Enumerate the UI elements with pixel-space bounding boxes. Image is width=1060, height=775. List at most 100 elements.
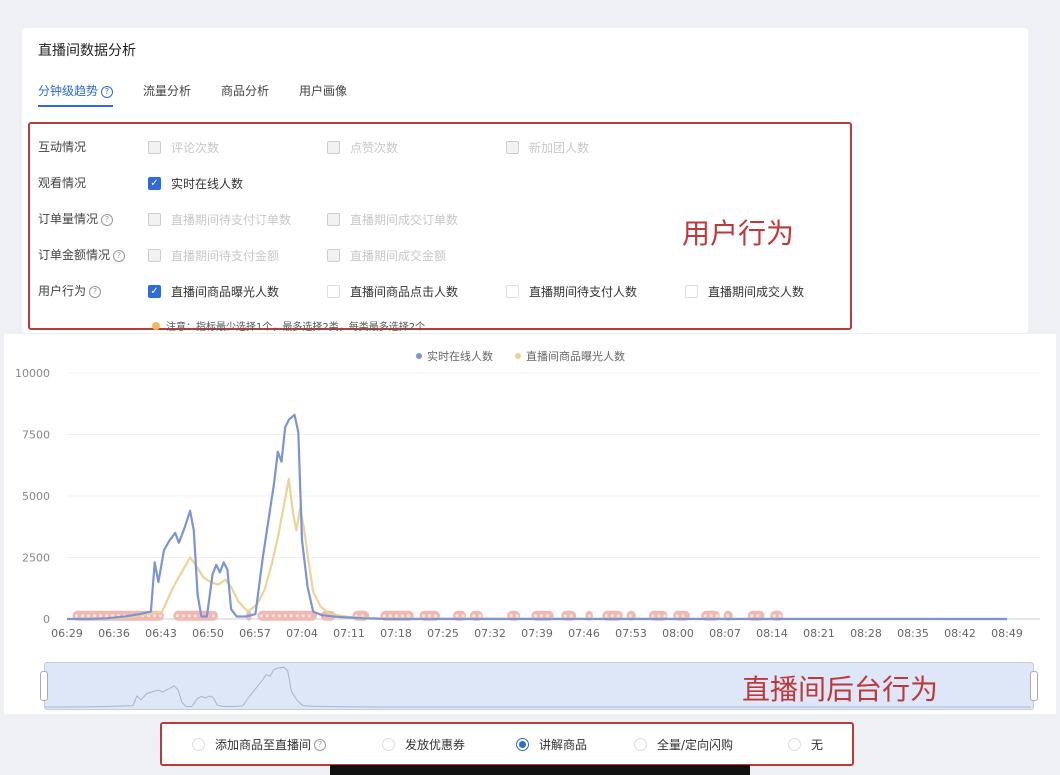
check-icon[interactable]: ✓ xyxy=(148,285,161,298)
event-dot xyxy=(756,614,760,618)
event-dot xyxy=(301,614,305,618)
x-tick-label: 08:07 xyxy=(709,627,741,640)
checkbox-box[interactable] xyxy=(506,285,519,298)
check-icon[interactable]: ✓ xyxy=(148,177,161,190)
event-dot xyxy=(98,614,103,618)
event-dot xyxy=(86,614,91,618)
checkbox-box[interactable] xyxy=(327,249,340,262)
x-tick-label: 07:25 xyxy=(427,627,459,640)
legend-dot-icon xyxy=(515,353,521,359)
checkbox-product-exposure[interactable]: ✓ 直播间商品曝光人数 xyxy=(148,283,279,300)
tab-bar: 分钟级趋势? 流量分析 商品分析 用户画像 xyxy=(38,82,347,107)
tab-product-analysis[interactable]: 商品分析 xyxy=(221,82,269,107)
checkbox-box[interactable] xyxy=(685,285,698,298)
help-icon[interactable]: ? xyxy=(113,249,126,262)
radio-circle[interactable] xyxy=(382,738,395,751)
event-dot xyxy=(307,614,311,618)
event-dot xyxy=(657,614,661,618)
help-icon[interactable]: ? xyxy=(314,738,327,751)
checkbox-box[interactable] xyxy=(327,285,340,298)
radio-add-product[interactable]: 添加商品至直播间? xyxy=(192,736,327,753)
event-dot xyxy=(651,614,655,618)
y-tick-label: 5000 xyxy=(22,490,50,503)
slider-handle-left[interactable] xyxy=(40,671,48,701)
checkbox-box[interactable] xyxy=(148,213,161,226)
radio-explain-product[interactable]: 讲解商品 xyxy=(516,736,587,753)
event-dot xyxy=(509,614,513,618)
checkbox-product-clicks[interactable]: 直播间商品点击人数 xyxy=(327,283,458,300)
x-tick-label: 08:00 xyxy=(662,627,694,640)
event-dot xyxy=(610,614,614,618)
event-dot xyxy=(461,614,465,618)
checkbox-box[interactable] xyxy=(148,249,161,262)
metric-row-interaction: 互动情况 xyxy=(38,136,148,156)
checkbox-box[interactable] xyxy=(327,141,340,154)
x-tick-label: 08:14 xyxy=(756,627,788,640)
x-tick-label: 07:04 xyxy=(286,627,318,640)
checkbox-new-fans[interactable]: 新加团人数 xyxy=(506,139,589,156)
checkbox-box[interactable] xyxy=(506,141,519,154)
event-dot xyxy=(152,614,157,618)
checkbox-buyers[interactable]: 直播期间成交人数 xyxy=(685,283,804,300)
event-dot xyxy=(778,614,782,618)
info-dot-icon xyxy=(152,321,160,330)
series-line-exposure xyxy=(66,477,1008,621)
radio-circle[interactable] xyxy=(788,738,801,751)
x-tick-label: 08:35 xyxy=(897,627,929,640)
row-label: 观看情况 xyxy=(38,175,87,190)
x-tick-label: 07:53 xyxy=(615,627,647,640)
row-label: 订单金额情况? xyxy=(38,246,148,263)
radio-flash-sale[interactable]: 全量/定向闪购 xyxy=(634,736,733,753)
tab-minute-trend[interactable]: 分钟级趋势? xyxy=(38,82,114,107)
checkbox-comments[interactable]: 评论次数 xyxy=(148,139,219,156)
event-dot xyxy=(663,614,667,618)
help-icon[interactable]: ? xyxy=(101,213,114,226)
tab-traffic-analysis[interactable]: 流量分析 xyxy=(143,82,191,107)
checkbox-online-viewers[interactable]: ✓ 实时在线人数 xyxy=(148,175,243,192)
tab-user-profile[interactable]: 用户画像 xyxy=(299,82,347,107)
checkbox-box[interactable] xyxy=(148,141,161,154)
x-tick-label: 08:49 xyxy=(991,627,1023,640)
metric-row-order-count: 订单量情况? xyxy=(38,208,148,228)
radio-issue-coupon[interactable]: 发放优惠券 xyxy=(382,736,465,753)
radio-selected-icon[interactable] xyxy=(516,738,529,751)
event-dot xyxy=(394,614,398,618)
event-dot xyxy=(289,614,293,618)
y-tick-label: 2500 xyxy=(22,552,50,565)
x-tick-label: 07:46 xyxy=(568,627,600,640)
radio-circle[interactable] xyxy=(634,738,647,751)
x-tick-label: 08:21 xyxy=(803,627,835,640)
help-icon[interactable]: ? xyxy=(89,285,102,298)
checkbox-pending-amount[interactable]: 直播期间待支付金额 xyxy=(148,247,279,264)
x-tick-label: 08:42 xyxy=(944,627,976,640)
row-label: 用户行为? xyxy=(38,282,148,299)
event-dot xyxy=(569,614,573,618)
radio-circle[interactable] xyxy=(192,738,205,751)
cropped-caption-bar xyxy=(330,765,750,775)
checkbox-completed-orders[interactable]: 直播期间成交订单数 xyxy=(327,211,458,228)
event-dot xyxy=(715,614,719,618)
slider-handle-right[interactable] xyxy=(1030,671,1038,701)
event-dot xyxy=(259,614,263,618)
event-dot xyxy=(74,614,79,618)
checkbox-box[interactable] xyxy=(327,213,340,226)
x-tick-label: 06:57 xyxy=(239,627,271,640)
event-dot xyxy=(406,614,410,618)
metric-row-user-behavior: 用户行为? xyxy=(38,280,148,300)
event-dot xyxy=(193,614,197,618)
event-dot xyxy=(472,614,476,618)
event-dot xyxy=(158,614,163,618)
radio-none[interactable]: 无 xyxy=(788,736,823,753)
checkbox-completed-amount[interactable]: 直播期间成交金额 xyxy=(327,247,446,264)
checkbox-likes[interactable]: 点赞次数 xyxy=(327,139,398,156)
event-dot xyxy=(175,614,179,618)
checkbox-pending-payers[interactable]: 直播期间待支付人数 xyxy=(506,283,637,300)
event-dot xyxy=(271,614,275,618)
metric-row-order-amount: 订单金额情况? xyxy=(38,244,148,264)
event-dot xyxy=(295,614,299,618)
help-icon[interactable]: ? xyxy=(101,86,114,98)
checkbox-pending-orders[interactable]: 直播期间待支付订单数 xyxy=(148,211,291,228)
event-dot xyxy=(283,614,287,618)
event-dot xyxy=(616,614,620,618)
x-tick-label: 08:28 xyxy=(850,627,882,640)
